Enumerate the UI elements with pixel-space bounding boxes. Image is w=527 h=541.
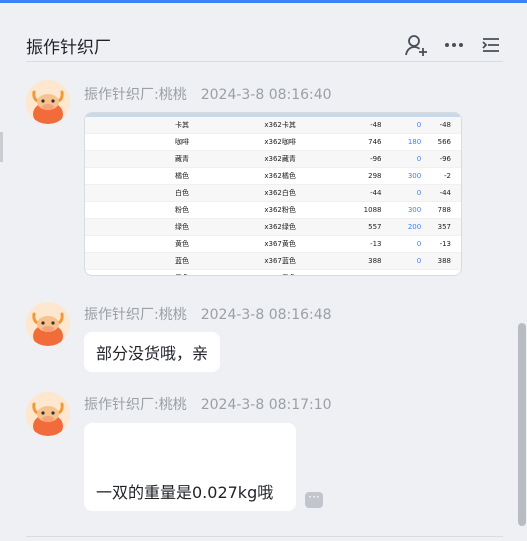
table-cell: 0 bbox=[416, 240, 422, 248]
bull-avatar-icon bbox=[26, 302, 70, 346]
avatar[interactable] bbox=[26, 392, 70, 436]
chat-title: 振作针织厂 bbox=[26, 38, 111, 58]
table-cell: 800 bbox=[382, 274, 421, 275]
message-meta: 振作针织厂:桃桃 2024-3-8 08:16:48 bbox=[84, 304, 332, 324]
table-row: 卡其 x362卡其 -48 0 -48 bbox=[85, 117, 461, 134]
table-cell: 白色 bbox=[175, 189, 189, 197]
table-cell: -44 bbox=[370, 189, 382, 197]
avatar[interactable] bbox=[26, 302, 70, 346]
inventory-table: 卡其 x362卡其 -48 0 -48 咖啡 x362咖啡 746 180 566 藏青 x362藏青… bbox=[85, 117, 461, 275]
message-more-button[interactable]: ··· bbox=[305, 491, 323, 508]
table-cell: -96 bbox=[370, 155, 382, 163]
table-cell: -13 bbox=[439, 240, 451, 248]
table-cell: x362咖啡 bbox=[264, 138, 296, 146]
table-cell: 粉色 bbox=[175, 206, 189, 214]
message-text: 一双的重量是0.027kg哦 bbox=[96, 483, 274, 502]
table-cell: 557 bbox=[368, 223, 382, 231]
table-cell: 0 bbox=[416, 257, 422, 265]
table-cell: x362粉色 bbox=[264, 206, 296, 214]
sender-name: 振作针织厂:桃桃 bbox=[84, 307, 187, 323]
table-cell: 黄色 bbox=[175, 240, 189, 248]
table-cell: 卡其 bbox=[175, 121, 189, 129]
table-cell: 橘色 bbox=[175, 172, 189, 180]
table-cell: 1088 bbox=[363, 206, 382, 214]
table-cell: x362白色 bbox=[264, 189, 296, 197]
table-cell: x362卡其 bbox=[264, 121, 296, 129]
table-cell: 180 bbox=[407, 138, 422, 146]
table-cell: -13 bbox=[370, 240, 382, 248]
text-message[interactable]: 部分没货哦，亲 bbox=[84, 332, 221, 372]
add-person-icon[interactable] bbox=[404, 33, 428, 57]
table-cell: 788 bbox=[437, 206, 451, 214]
table-cell: x362藏青 bbox=[264, 155, 296, 163]
table-cell: x367黄色 bbox=[264, 240, 296, 248]
sender-name: 振作针织厂:桃桃 bbox=[84, 397, 187, 413]
table-cell: -48 bbox=[370, 121, 382, 129]
table-row: 蓝色 x367蓝色 388 0 388 bbox=[85, 253, 461, 270]
table-cell: 咖啡 bbox=[175, 138, 189, 146]
table-cell: 566 bbox=[437, 138, 451, 146]
message-time: 2024-3-8 08:17:10 bbox=[200, 397, 332, 413]
scrollbar-thumb[interactable] bbox=[518, 323, 526, 526]
table-cell: -44 bbox=[439, 189, 451, 197]
table-row: 绿色 x362绿色 557 200 357 bbox=[85, 219, 461, 236]
table-cell: 0 bbox=[416, 189, 422, 197]
more-icon[interactable] bbox=[442, 33, 466, 57]
message-meta: 振作针织厂:桃桃 2024-3-8 08:17:10 bbox=[84, 394, 332, 414]
text-message[interactable]: 一双的重量是0.027kg哦 bbox=[84, 423, 296, 511]
bull-avatar-icon bbox=[26, 80, 70, 124]
image-message[interactable]: 卡其 x362卡其 -48 0 -48 咖啡 x362咖啡 746 180 566 藏青 x362藏青… bbox=[84, 112, 462, 276]
table-cell: 200 bbox=[407, 223, 422, 231]
table-row: 粉色 x362粉色 1088 300 788 bbox=[85, 202, 461, 219]
table-row: 藏青 x362藏青 -96 0 -96 bbox=[85, 151, 461, 168]
table-row: 黑色x367黑色1167800367 bbox=[85, 270, 461, 275]
message-meta: 振作针织厂:桃桃 2024-3-8 08:16:40 bbox=[84, 84, 332, 104]
avatar[interactable] bbox=[26, 80, 70, 124]
input-divider bbox=[26, 536, 503, 537]
side-handle[interactable] bbox=[0, 132, 3, 162]
table-cell: x367蓝色 bbox=[264, 257, 296, 265]
message-time: 2024-3-8 08:16:48 bbox=[200, 307, 332, 323]
table-row: 橘色 x362橘色 298 300 -2 bbox=[85, 168, 461, 185]
table-cell: 367 bbox=[421, 274, 461, 275]
table-cell: 0 bbox=[416, 121, 422, 129]
table-cell: 300 bbox=[407, 206, 422, 214]
table-cell: 黑色 bbox=[85, 273, 264, 275]
bull-avatar-icon bbox=[26, 392, 70, 436]
table-cell: 357 bbox=[437, 223, 451, 231]
table-cell: x367黑色 bbox=[264, 273, 351, 275]
table-row: 咖啡 x362咖啡 746 180 566 bbox=[85, 134, 461, 151]
table-cell: 1167 bbox=[352, 274, 382, 275]
table-cell: 746 bbox=[368, 138, 382, 146]
table-cell: x362橘色 bbox=[264, 172, 296, 180]
table-cell: -48 bbox=[439, 121, 451, 129]
table-cell: 蓝色 bbox=[175, 257, 189, 265]
table-row: 黄色 x367黄色 -13 0 -13 bbox=[85, 236, 461, 253]
table-row: 白色 x362白色 -44 0 -44 bbox=[85, 185, 461, 202]
table-cell: -96 bbox=[439, 155, 451, 163]
table-cell: x362绿色 bbox=[264, 223, 296, 231]
table-cell: -2 bbox=[444, 172, 451, 180]
list-settings-icon[interactable] bbox=[479, 33, 503, 57]
table-cell: 298 bbox=[368, 172, 382, 180]
sender-name: 振作针织厂:桃桃 bbox=[84, 87, 187, 103]
table-cell: 388 bbox=[437, 257, 451, 265]
message-time: 2024-3-8 08:16:40 bbox=[200, 87, 332, 103]
table-cell: 0 bbox=[416, 155, 422, 163]
table-cell: 388 bbox=[368, 257, 382, 265]
header-divider bbox=[26, 61, 503, 62]
table-cell: 300 bbox=[407, 172, 422, 180]
table-cell: 藏青 bbox=[175, 155, 189, 163]
chat-header: 振作针织厂 bbox=[0, 3, 527, 61]
table-cell: 绿色 bbox=[175, 223, 189, 231]
